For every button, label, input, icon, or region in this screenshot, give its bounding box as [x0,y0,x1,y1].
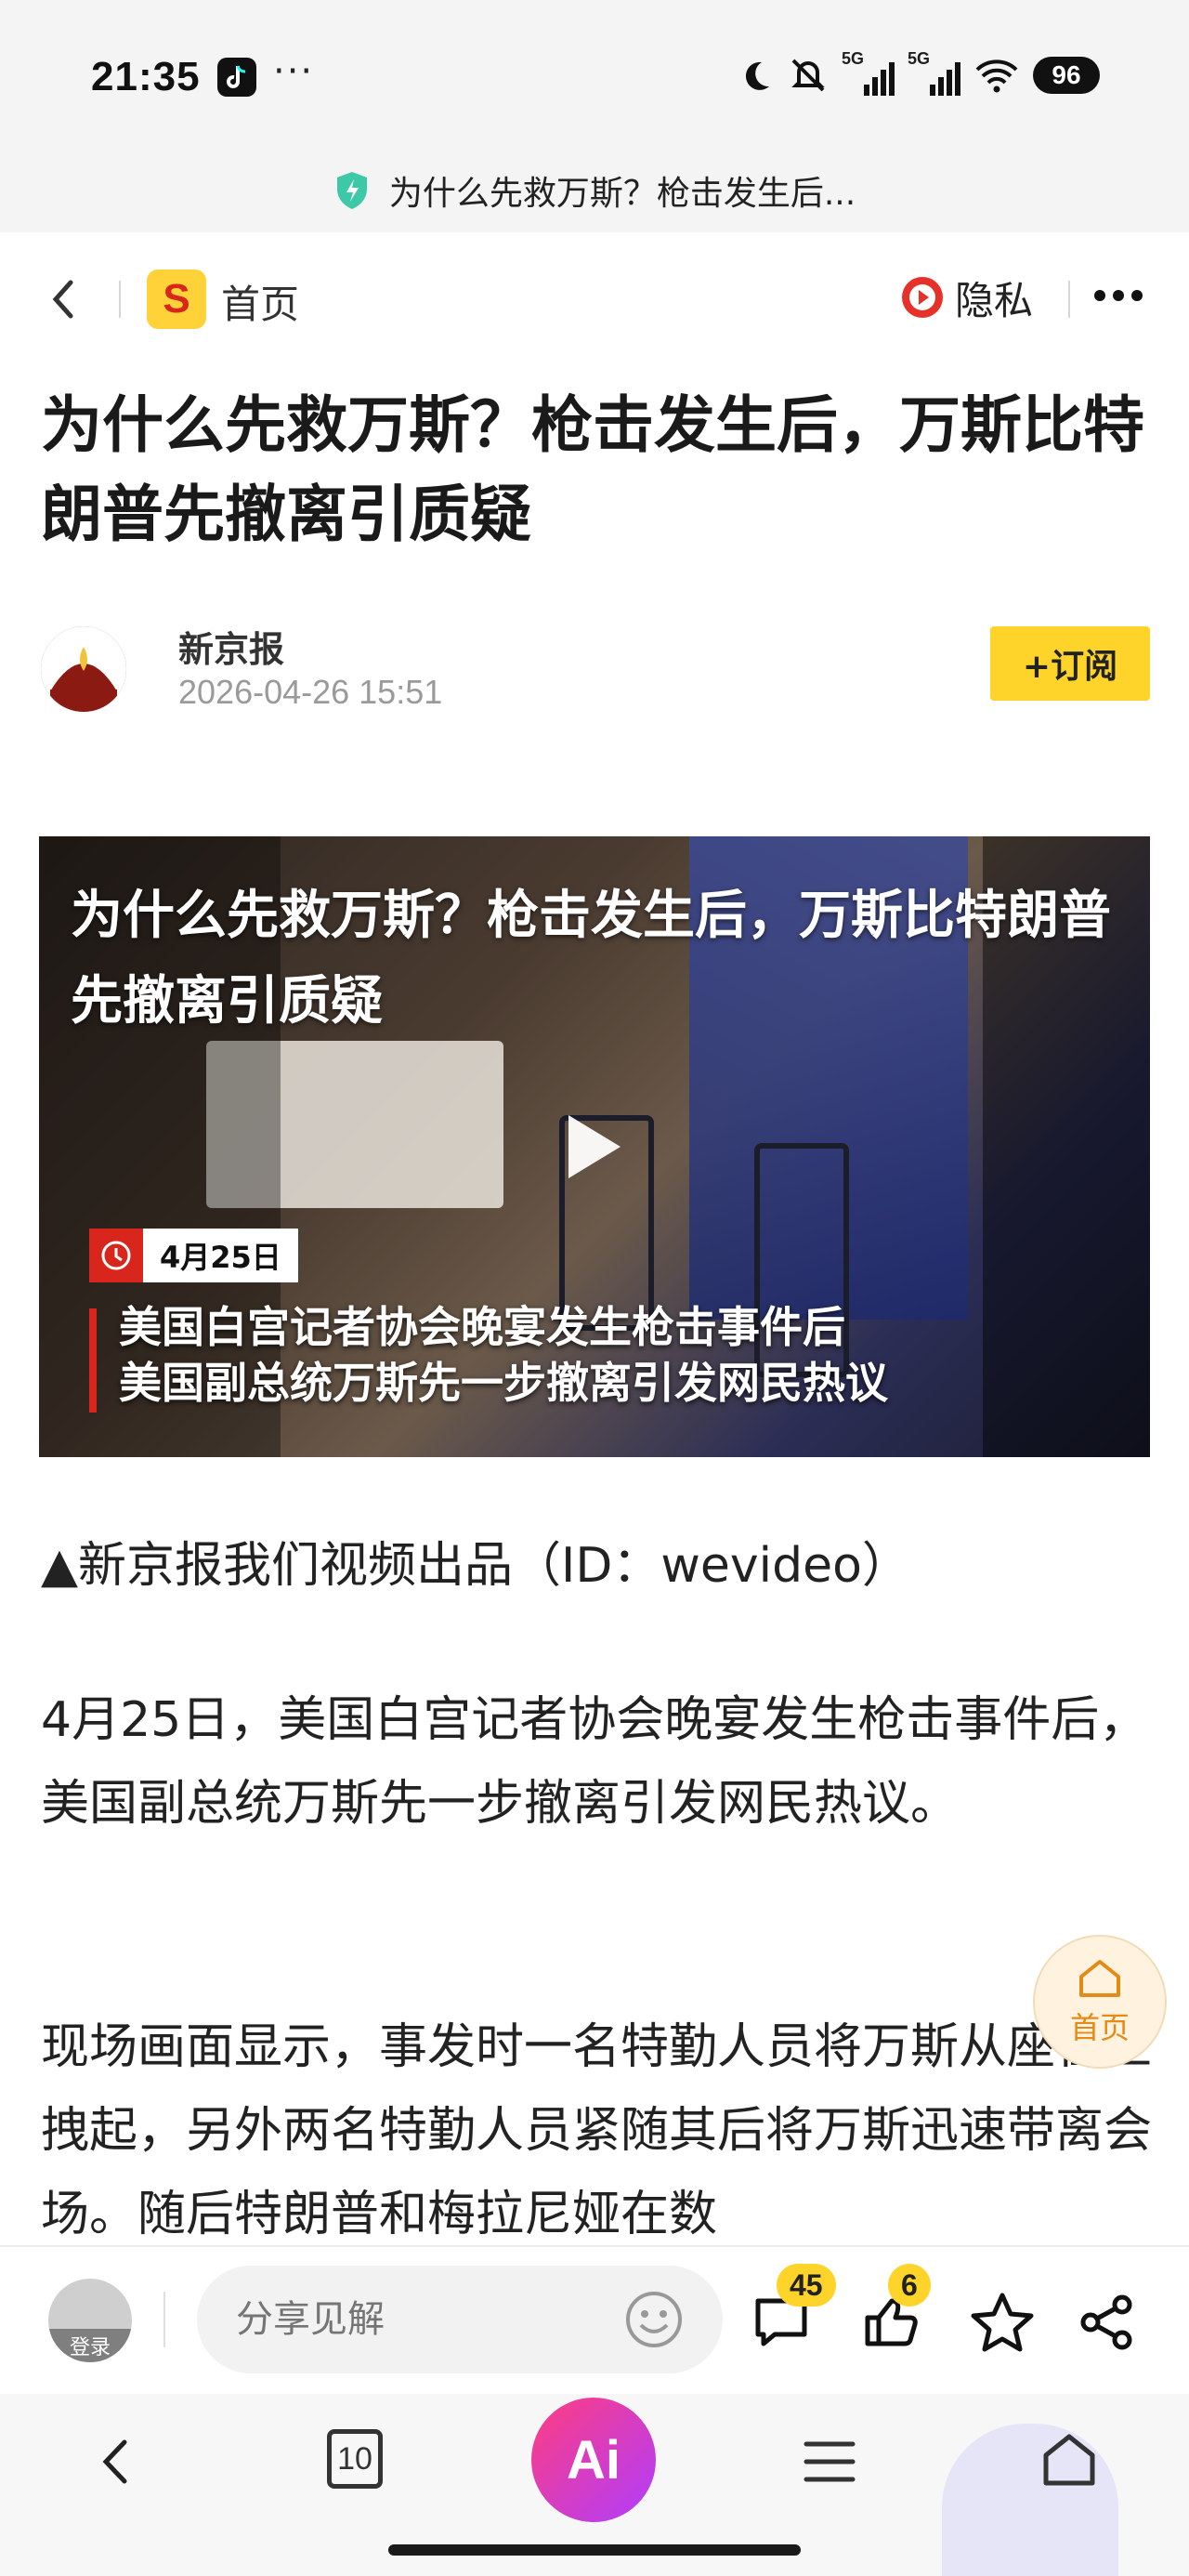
status-more-dots: ··· [273,50,315,93]
status-bar: 21:35 ··· 5G 5G 96 [0,0,1189,149]
moon-icon [745,61,769,90]
signal-icon: 5G [908,49,960,96]
privacy-button[interactable]: 隐私 [899,269,1033,325]
video-caption-line: 美国白宫记者协会晚宴发生枪击事件后 [119,1302,845,1352]
nav-divider [1068,281,1070,318]
comment-divider [163,2292,165,2347]
home-icon[interactable] [1039,2429,1100,2491]
clock-icon [89,1229,143,1282]
signal-icon: 5G [842,49,895,96]
star-icon[interactable] [970,2292,1035,2353]
article-paragraph: ▲新京报我们视频出品（ID：wevideo） [41,1538,910,1594]
back-icon[interactable] [93,2429,139,2494]
nav-home-link[interactable]: 首页 [221,273,299,330]
home-indicator[interactable] [388,2544,801,2556]
article-paragraph: 4月25日，美国白宫记者协会晚宴发生枪击事件后，美国副总统万斯先一步撤离引发网民… [41,1692,1148,1832]
nav-divider [119,281,121,318]
video-date: 4月25日 [143,1229,298,1282]
ai-assistant-button[interactable]: Ai [531,2398,656,2522]
article-paragraph: 现场画面显示，事发时一名特勤人员将万斯从座位上拽起，另外两名特勤人员紧随其后将万… [41,2019,1152,2242]
back-icon[interactable] [43,269,84,329]
address-title: 为什么先救万斯？枪击发生后... [388,175,856,213]
home-icon [1079,1960,1120,1997]
tabs-icon[interactable]: 10 [327,2429,383,2489]
privacy-play-icon [902,277,943,318]
video-title: 为什么先救万斯？枪击发生后，万斯比特朗普先撤离引质疑 [71,886,1111,1032]
play-icon[interactable] [568,1115,621,1178]
status-icons: 5G 5G 96 [738,49,1100,99]
status-time: 21:35 [91,54,201,99]
login-avatar[interactable]: 登录 [48,2279,132,2362]
shield-icon [336,172,367,209]
site-logo[interactable]: S [147,269,206,329]
wifi-icon [975,59,1018,93]
float-home-label: 首页 [1069,2010,1130,2045]
menu-icon[interactable] [801,2433,858,2491]
subscribe-button[interactable]: +订阅 [990,626,1150,701]
float-home-button[interactable]: 首页 [1033,1935,1167,2069]
video-caption-line: 美国副总统万斯先一步撤离引发网民热议 [119,1358,888,1408]
video-date-badge: 4月25日 [89,1229,298,1282]
like-count: 6 [888,2264,931,2307]
more-icon[interactable] [1094,290,1143,301]
tiktok-icon [217,58,256,97]
video-caption: 美国白宫记者协会晚宴发生枪击事件后 美国副总统万斯先一步撤离引发网民热议 [119,1299,1122,1411]
author-name[interactable]: 新京报 [178,621,284,672]
signal-label: 5G [842,49,865,68]
address-bar[interactable]: 为什么先救万斯？枪击发生后... [0,149,1189,232]
video-caption-bar [89,1308,97,1413]
comment-count: 45 [777,2264,836,2307]
emoji-icon[interactable] [624,2290,684,2349]
publish-time: 2026-04-26 15:51 [178,673,443,711]
author-avatar[interactable] [41,626,126,712]
mute-icon [791,59,825,92]
battery-indicator: 96 [1033,57,1100,94]
share-icon[interactable] [1078,2292,1139,2353]
article-title: 为什么先救万斯？枪击发生后，万斯比特朗普先撤离引质疑 [41,389,1144,550]
video-player[interactable]: 为什么先救万斯？枪击发生后，万斯比特朗普先撤离引质疑 4月25日 美国白宫记者协… [39,836,1150,1457]
signal-label: 5G [908,49,931,68]
privacy-label: 隐私 [955,277,1034,323]
